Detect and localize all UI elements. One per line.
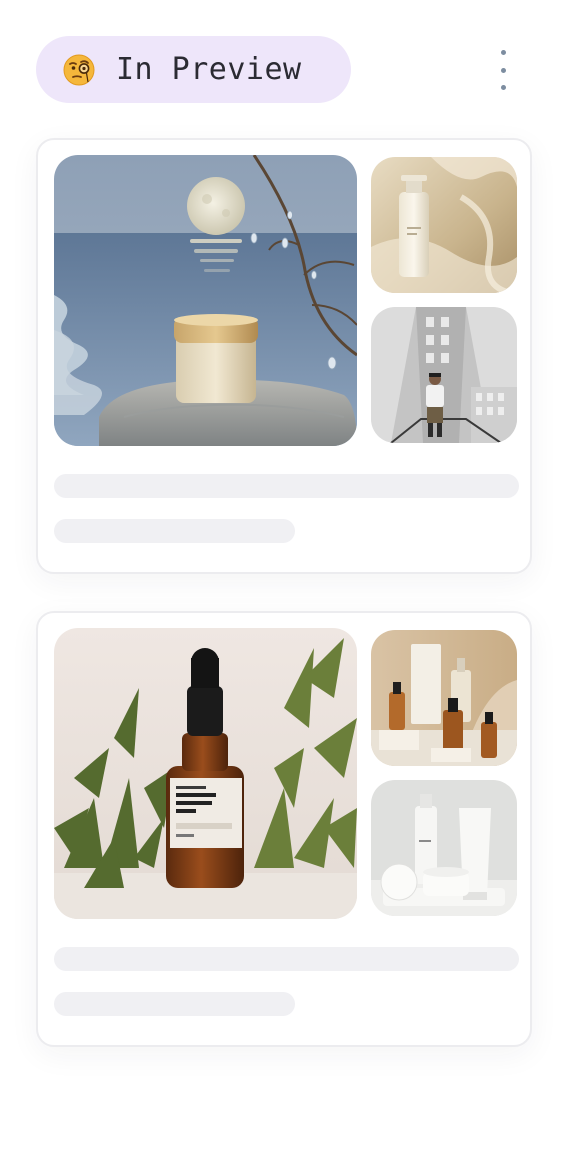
serum-bottles-set-photo[interactable]	[371, 630, 517, 766]
face-with-monocle-icon	[62, 53, 96, 87]
title-placeholder	[54, 947, 519, 971]
preview-card-1[interactable]	[36, 138, 532, 574]
man-on-building-photo[interactable]	[371, 307, 517, 443]
more-dot	[500, 67, 506, 73]
white-skincare-set-photo[interactable]	[371, 780, 517, 916]
title-placeholder	[54, 474, 519, 498]
amber-dropper-bottle-photo[interactable]	[54, 628, 357, 919]
badge-label: In Preview	[116, 52, 302, 87]
pump-bottle-product-photo[interactable]	[371, 157, 517, 293]
moon-jar-product-photo[interactable]	[54, 155, 357, 446]
more-options-button[interactable]	[490, 50, 516, 90]
subtitle-placeholder	[54, 992, 295, 1016]
header: In Preview	[0, 0, 567, 120]
subtitle-placeholder	[54, 519, 295, 543]
status-badge: In Preview	[36, 36, 351, 103]
more-dot	[500, 85, 506, 90]
more-vertical-icon	[500, 50, 506, 55]
preview-card-2[interactable]	[36, 611, 532, 1047]
